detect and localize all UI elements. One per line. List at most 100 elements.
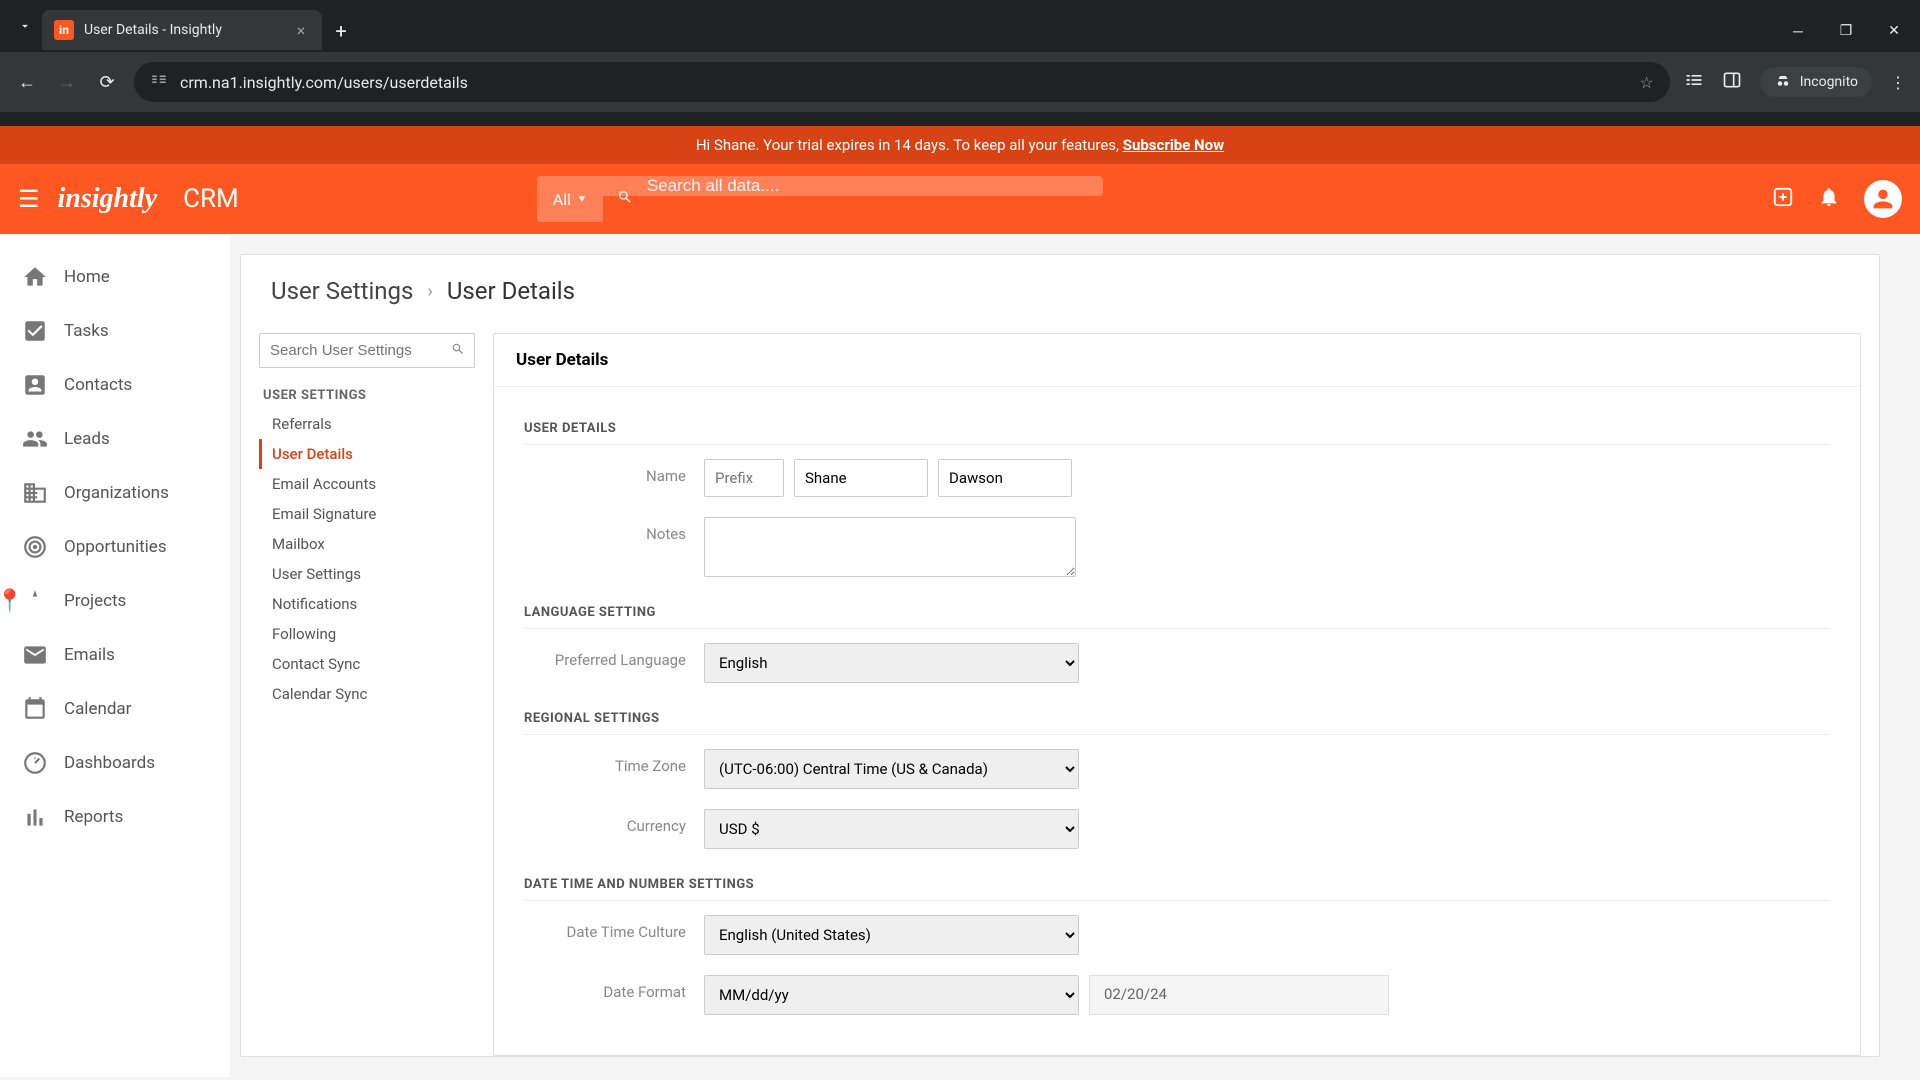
nav-label: Calendar bbox=[64, 699, 131, 719]
url-bar[interactable]: crm.na1.insightly.com/users/userdetails … bbox=[134, 62, 1670, 102]
main-nav: Home Tasks Contacts Leads Organizations … bbox=[0, 234, 230, 1077]
search-icon[interactable] bbox=[451, 342, 465, 360]
section-datetime: DATE TIME AND NUMBER SETTINGS bbox=[524, 869, 1830, 901]
settings-nav-email-signature[interactable]: Email Signature bbox=[259, 499, 475, 529]
label-dateformat: Date Format bbox=[524, 975, 704, 1001]
tab-close-icon[interactable]: × bbox=[292, 21, 310, 40]
hamburger-menu-icon[interactable]: ☰ bbox=[18, 185, 40, 213]
search-scope-dropdown[interactable]: All ▼ bbox=[537, 176, 603, 222]
row-notes: Notes bbox=[524, 517, 1830, 577]
section-user-details: USER DETAILS bbox=[524, 413, 1830, 445]
currency-select[interactable]: USD $ bbox=[704, 809, 1079, 849]
maximize-icon[interactable]: ❐ bbox=[1832, 23, 1860, 40]
breadcrumb-parent[interactable]: User Settings bbox=[271, 277, 413, 305]
incognito-badge[interactable]: Incognito bbox=[1760, 67, 1872, 97]
subscribe-link[interactable]: Subscribe Now bbox=[1123, 136, 1224, 154]
nav-home[interactable]: Home bbox=[0, 250, 230, 304]
nav-dashboards[interactable]: Dashboards bbox=[0, 736, 230, 790]
user-avatar-icon[interactable] bbox=[1864, 180, 1902, 218]
window-controls: ─ ❐ ✕ bbox=[1784, 23, 1908, 40]
tab-search-dropdown[interactable] bbox=[12, 13, 38, 39]
row-culture: Date Time Culture English (United States… bbox=[524, 915, 1830, 955]
settings-nav-mailbox[interactable]: Mailbox bbox=[259, 529, 475, 559]
nav-label: Projects bbox=[64, 591, 126, 611]
chevron-right-icon: › bbox=[427, 281, 432, 302]
tab-favicon-icon: in bbox=[54, 20, 74, 40]
settings-nav-email-accounts[interactable]: Email Accounts bbox=[259, 469, 475, 499]
settings-nav-contact-sync[interactable]: Contact Sync bbox=[259, 649, 475, 679]
first-name-input[interactable] bbox=[794, 459, 928, 497]
settings-body: USER SETTINGS Referrals User Details Ema… bbox=[241, 319, 1879, 1056]
nav-organizations[interactable]: Organizations bbox=[0, 466, 230, 520]
prefix-input[interactable] bbox=[704, 459, 784, 497]
nav-label: Dashboards bbox=[64, 753, 155, 773]
content-card: User Settings › User Details USER SETTIN… bbox=[240, 254, 1880, 1057]
minimize-icon[interactable]: ─ bbox=[1784, 23, 1812, 40]
section-regional: REGIONAL SETTINGS bbox=[524, 703, 1830, 735]
incognito-icon bbox=[1774, 73, 1792, 91]
notifications-icon[interactable] bbox=[1818, 186, 1840, 213]
detail-panel: User Details USER DETAILS Name bbox=[493, 333, 1861, 1056]
back-button[interactable]: ← bbox=[14, 72, 40, 93]
row-currency: Currency USD $ bbox=[524, 809, 1830, 849]
label-timezone: Time Zone bbox=[524, 749, 704, 775]
settings-nav-notifications[interactable]: Notifications bbox=[259, 589, 475, 619]
dateformat-select[interactable]: MM/dd/yy bbox=[704, 975, 1079, 1015]
nav-tasks[interactable]: Tasks bbox=[0, 304, 230, 358]
bookmark-star-icon[interactable]: ☆ bbox=[1639, 73, 1653, 92]
browser-tab[interactable]: in User Details - Insightly × bbox=[42, 10, 322, 50]
settings-nav-user-settings[interactable]: User Settings bbox=[259, 559, 475, 589]
chevron-down-icon: ▼ bbox=[577, 194, 587, 205]
breadcrumb: User Settings › User Details bbox=[241, 255, 1879, 319]
nav-contacts[interactable]: Contacts bbox=[0, 358, 230, 412]
global-search-input[interactable] bbox=[603, 176, 1103, 196]
nav-leads[interactable]: Leads bbox=[0, 412, 230, 466]
nav-calendar[interactable]: Calendar bbox=[0, 682, 230, 736]
settings-nav: USER SETTINGS Referrals User Details Ema… bbox=[241, 319, 493, 1056]
nav-opportunities[interactable]: Opportunities bbox=[0, 520, 230, 574]
label-culture: Date Time Culture bbox=[524, 915, 704, 941]
nav-reports[interactable]: Reports bbox=[0, 790, 230, 844]
leads-icon bbox=[22, 426, 48, 452]
global-search: All ▼ bbox=[537, 176, 1103, 222]
nav-projects[interactable]: 📍 Projects bbox=[0, 574, 230, 628]
nav-label: Leads bbox=[64, 429, 110, 449]
organizations-icon bbox=[22, 480, 48, 506]
tasks-icon bbox=[22, 318, 48, 344]
site-info-icon[interactable] bbox=[150, 71, 168, 93]
app-logo[interactable]: insightly bbox=[58, 183, 158, 215]
language-select[interactable]: English bbox=[704, 643, 1079, 683]
calendar-icon bbox=[22, 696, 48, 722]
reload-button[interactable]: ⟳ bbox=[94, 72, 120, 93]
opportunities-icon bbox=[22, 534, 48, 560]
timezone-select[interactable]: (UTC-06:00) Central Time (US & Canada) bbox=[704, 749, 1079, 789]
label-name: Name bbox=[524, 459, 704, 485]
settings-search-input[interactable] bbox=[259, 333, 475, 368]
browser-menu-icon[interactable]: ⋮ bbox=[1890, 73, 1906, 92]
settings-nav-heading: USER SETTINGS bbox=[259, 382, 475, 409]
settings-nav-user-details[interactable]: User Details bbox=[259, 439, 475, 469]
nav-emails[interactable]: Emails bbox=[0, 628, 230, 682]
dateformat-sample: 02/20/24 bbox=[1089, 975, 1389, 1015]
settings-nav-following[interactable]: Following bbox=[259, 619, 475, 649]
notes-input[interactable] bbox=[704, 517, 1076, 577]
reports-icon bbox=[22, 804, 48, 830]
last-name-input[interactable] bbox=[938, 459, 1072, 497]
close-window-icon[interactable]: ✕ bbox=[1880, 23, 1908, 40]
form-area: USER DETAILS Name Notes bbox=[494, 387, 1860, 1055]
media-control-icon[interactable] bbox=[1684, 70, 1704, 94]
incognito-label: Incognito bbox=[1800, 74, 1858, 90]
browser-chrome: in User Details - Insightly × + ─ ❐ ✕ ← … bbox=[0, 0, 1920, 126]
forward-button[interactable]: → bbox=[54, 72, 80, 93]
nav-label: Home bbox=[64, 267, 110, 287]
add-button[interactable] bbox=[1772, 186, 1794, 213]
app-body: Home Tasks Contacts Leads Organizations … bbox=[0, 234, 1920, 1077]
settings-nav-referrals[interactable]: Referrals bbox=[259, 409, 475, 439]
side-panel-icon[interactable] bbox=[1722, 70, 1742, 94]
new-tab-button[interactable]: + bbox=[326, 19, 356, 43]
culture-select[interactable]: English (United States) bbox=[704, 915, 1079, 955]
tab-bar: in User Details - Insightly × + ─ ❐ ✕ bbox=[0, 0, 1920, 52]
dashboards-icon bbox=[22, 750, 48, 776]
content-area: User Settings › User Details USER SETTIN… bbox=[230, 234, 1920, 1077]
settings-nav-calendar-sync[interactable]: Calendar Sync bbox=[259, 679, 475, 709]
